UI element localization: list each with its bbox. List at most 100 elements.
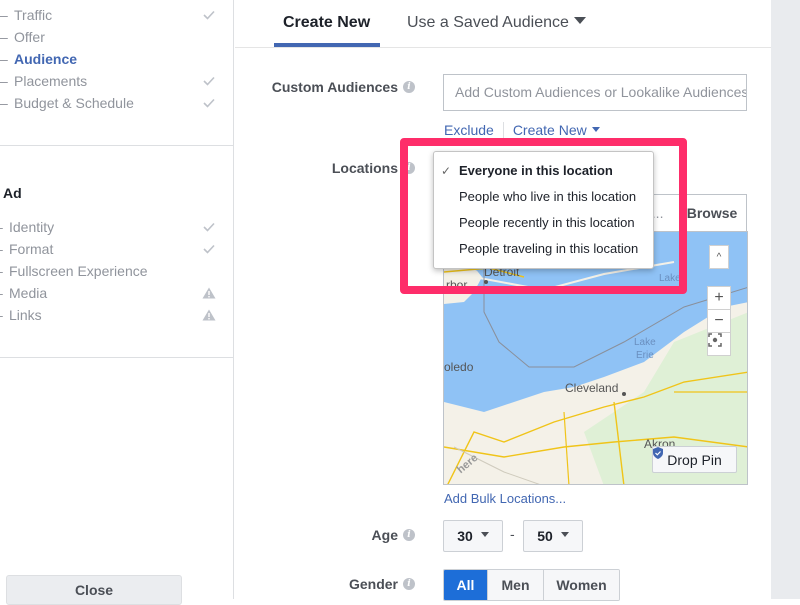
- gender-label: Gender i: [349, 576, 415, 592]
- info-icon[interactable]: i: [403, 162, 415, 174]
- zoom-out-button[interactable]: −: [707, 309, 731, 333]
- tab-create-new[interactable]: Create New: [283, 14, 370, 32]
- sidebar-item-media[interactable]: – Media: [0, 282, 225, 304]
- link-separator: [502, 122, 504, 138]
- recenter-icon: [708, 333, 722, 347]
- right-gutter: [771, 0, 800, 599]
- sidebar-item-label: Format: [9, 241, 54, 257]
- map-scroll-up-button[interactable]: ^: [709, 245, 729, 269]
- custom-audiences-label: Custom Audiences i: [272, 79, 415, 95]
- map-label-lake-erie-line2: Erie: [636, 350, 654, 361]
- sidebar: – Traffic – Offer – Audience – Placement…: [0, 0, 234, 605]
- info-icon[interactable]: i: [403, 81, 415, 93]
- pin-icon: [653, 447, 663, 459]
- create-new-link[interactable]: Create New: [513, 122, 600, 138]
- sidebar-item-placements[interactable]: – Placements: [0, 70, 230, 92]
- audience-panel: Create New Use a Saved Audience Custom A…: [235, 0, 771, 601]
- sidebar-item-label: Media: [9, 285, 48, 301]
- gender-men-button[interactable]: Men: [488, 570, 544, 600]
- location-map[interactable]: Detroit rbor Lake Lake Erie oledo Clevel…: [443, 231, 748, 485]
- dash: –: [0, 263, 9, 279]
- label-text: Age: [371, 527, 398, 543]
- sidebar-item-label: Placements: [14, 73, 88, 89]
- sidebar-item-format[interactable]: – Format: [0, 238, 225, 260]
- custom-audience-actions: Exclude Create New: [444, 122, 600, 138]
- gender-label-row: Gender i: [235, 576, 415, 596]
- sidebar-item-audience[interactable]: – Audience: [0, 48, 230, 70]
- map-label-lake: Lake: [659, 273, 681, 284]
- sidebar-divider: [0, 357, 233, 358]
- age-min-value: 30: [457, 528, 473, 544]
- age-max-select[interactable]: 50: [523, 520, 583, 552]
- map-label-cleveland: Cleveland: [565, 381, 619, 395]
- drop-pin-button[interactable]: Drop Pin: [652, 446, 737, 473]
- info-icon[interactable]: i: [403, 529, 415, 541]
- check-icon: [202, 74, 216, 88]
- check-icon: [202, 8, 216, 22]
- dropdown-option-recently[interactable]: People recently in this location: [434, 210, 653, 236]
- add-bulk-locations-link[interactable]: Add Bulk Locations...: [444, 491, 566, 506]
- gender-women-button[interactable]: Women: [544, 570, 619, 600]
- caret-down-icon: [573, 17, 586, 25]
- option-label: People traveling in this location: [459, 241, 639, 256]
- dash: –: [0, 285, 9, 301]
- sidebar-item-label: Budget & Schedule: [14, 95, 134, 111]
- locations-label-row: Locations i: [235, 160, 415, 180]
- map-label-ann-arbor: rbor: [446, 278, 468, 292]
- dash: –: [0, 51, 8, 67]
- caret-down-icon: [480, 531, 489, 537]
- sidebar-item-fullscreen-experience[interactable]: – Fullscreen Experience: [0, 260, 225, 282]
- option-label: Everyone in this location: [459, 163, 613, 178]
- dash: –: [0, 7, 8, 23]
- sidebar-item-label: Traffic: [14, 7, 53, 23]
- label-text: Custom Audiences: [271, 79, 398, 95]
- tabs-divider: [235, 47, 771, 48]
- map-label-lake-erie-line1: Lake: [634, 337, 656, 348]
- check-icon: [202, 220, 216, 234]
- age-separator: -: [510, 526, 515, 542]
- check-icon: [202, 242, 216, 256]
- caret-down-icon: [560, 531, 569, 537]
- map-label-toledo: oledo: [444, 360, 474, 374]
- checkmark-icon: ✓: [441, 164, 452, 178]
- close-button[interactable]: Close: [6, 575, 182, 605]
- link-text: Create New: [512, 122, 587, 138]
- age-label-row: Age i: [235, 527, 415, 547]
- location-type-dropdown: ✓ Everyone in this location People who l…: [433, 151, 654, 269]
- gender-all-button[interactable]: All: [444, 570, 488, 600]
- gender-toggle-group: All Men Women: [443, 569, 620, 601]
- sidebar-item-label: Audience: [14, 51, 78, 67]
- sidebar-item-identity[interactable]: – Identity: [0, 216, 225, 238]
- recenter-button[interactable]: [707, 332, 731, 356]
- dropdown-option-live[interactable]: People who live in this location: [434, 184, 653, 210]
- browse-button[interactable]: Browse: [678, 195, 746, 232]
- age-min-select[interactable]: 30: [443, 520, 503, 552]
- dash: –: [0, 95, 8, 111]
- info-icon[interactable]: i: [403, 578, 415, 590]
- sidebar-item-label: Links: [9, 307, 42, 323]
- sidebar-item-links[interactable]: – Links: [0, 304, 225, 326]
- custom-audiences-label-row: Custom Audiences i: [235, 79, 415, 99]
- sidebar-item-budget-schedule[interactable]: – Budget & Schedule: [0, 92, 230, 114]
- sidebar-heading-ad: Ad: [3, 185, 22, 201]
- warning-icon: [202, 286, 216, 300]
- dropdown-option-traveling[interactable]: People traveling in this location: [434, 236, 653, 262]
- sidebar-item-offer[interactable]: – Offer: [0, 26, 230, 48]
- sidebar-item-traffic[interactable]: – Traffic: [0, 4, 230, 26]
- sidebar-item-label: Fullscreen Experience: [9, 263, 148, 279]
- age-max-value: 50: [537, 528, 553, 544]
- label-text: Gender: [348, 576, 398, 592]
- locations-label: Locations i: [332, 160, 415, 176]
- dropdown-option-everyone[interactable]: ✓ Everyone in this location: [434, 158, 653, 184]
- exclude-link[interactable]: Exclude: [444, 122, 494, 138]
- drop-pin-label: Drop Pin: [667, 451, 722, 468]
- caret-down-icon: [591, 126, 600, 132]
- dash: –: [0, 29, 8, 45]
- sidebar-divider: [0, 145, 233, 146]
- dash: –: [0, 307, 9, 323]
- custom-audiences-input[interactable]: Add Custom Audiences or Lookalike Audien…: [443, 74, 747, 111]
- tab-use-saved-audience[interactable]: Use a Saved Audience: [407, 14, 586, 32]
- dash: –: [0, 73, 8, 89]
- zoom-in-button[interactable]: +: [707, 286, 731, 310]
- sidebar-item-label: Identity: [9, 219, 55, 235]
